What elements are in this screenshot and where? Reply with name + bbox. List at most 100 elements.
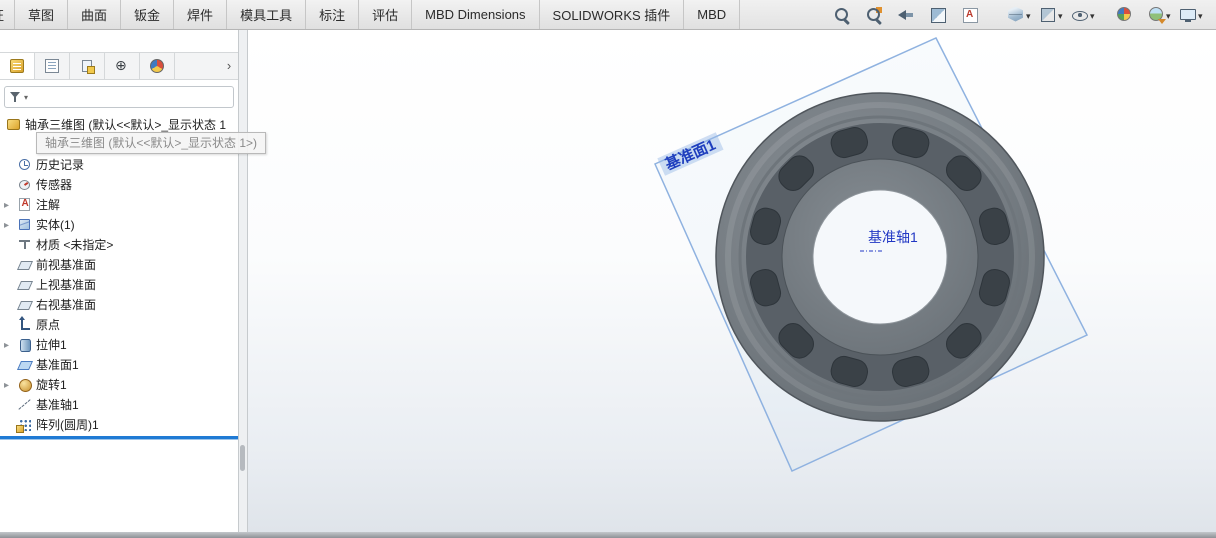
- tree-item[interactable]: 材质 <未指定>: [0, 234, 238, 254]
- panel-tab[interactable]: [140, 53, 175, 79]
- plane-icon: [17, 257, 32, 272]
- tree-item-label: 原点: [36, 317, 61, 332]
- tree-item-label: 前视基准面: [36, 257, 97, 272]
- filter-funnel-icon[interactable]: [9, 90, 23, 104]
- headsup-button[interactable]: [1176, 4, 1208, 26]
- tree-item-label: 历史记录: [36, 157, 85, 172]
- dropdown-caret-icon[interactable]: [1166, 6, 1174, 24]
- rollback-bar[interactable]: [0, 436, 238, 439]
- expand-arrow-icon[interactable]: [4, 217, 15, 231]
- ribbon-tab-label: 评估: [372, 8, 399, 23]
- ribbon-tab-label: MBD Dimensions: [425, 7, 526, 22]
- headsup-button[interactable]: [1004, 4, 1036, 26]
- zoom-to-area-icon: [864, 4, 884, 25]
- axis-label[interactable]: 基准轴1: [868, 229, 918, 245]
- tree-item[interactable]: 上视基准面: [0, 274, 238, 294]
- panel-tab[interactable]: [35, 53, 70, 79]
- ribbon-tab[interactable]: SOLIDWORKS 插件: [539, 0, 685, 29]
- annotations-icon: [17, 197, 32, 212]
- section-view-icon: [928, 5, 948, 25]
- edit-appearance-icon: [1114, 5, 1134, 25]
- origin-icon: [17, 315, 32, 332]
- tree-item[interactable]: 拉伸1: [0, 334, 238, 354]
- expand-arrow-icon[interactable]: [4, 377, 15, 391]
- panel-tab[interactable]: [70, 53, 105, 79]
- sensor-icon: [17, 177, 32, 192]
- ribbon-tab-label: 曲面: [81, 8, 108, 23]
- ribbon-tab-label: 焊件: [187, 8, 214, 23]
- headsup-button[interactable]: [894, 4, 926, 26]
- ribbon-tab-partial[interactable]: 征: [0, 0, 15, 29]
- ribbon-tab[interactable]: 焊件: [174, 0, 228, 29]
- part-icon: [6, 117, 21, 132]
- tree-item[interactable]: 历史记录: [0, 154, 238, 174]
- featuremanager-panel: › ▾ 轴承三维图 (默认<<默认>_显示状态 1 历史记录: [0, 30, 238, 532]
- ribbon-tab[interactable]: MBD: [684, 0, 741, 29]
- headsup-button[interactable]: [862, 4, 894, 26]
- ribbon-tab[interactable]: 草图: [15, 0, 69, 29]
- plane-icon: [17, 277, 32, 292]
- tree-item[interactable]: 实体(1): [0, 214, 238, 234]
- splitter-handle[interactable]: [240, 445, 245, 471]
- graphics-viewport[interactable]: 基准面1 基准轴1: [248, 30, 1216, 532]
- bearing-model[interactable]: [715, 92, 1045, 422]
- panel-tab[interactable]: [0, 53, 35, 79]
- headsup-button[interactable]: [958, 4, 990, 26]
- dropdown-caret-icon[interactable]: [1026, 6, 1034, 24]
- ribbon-tabs: 草图 曲面 钣金 焊件 模具工具 标注 评估 MBD Dimensions SO…: [15, 0, 741, 29]
- axis-icon: [17, 397, 32, 412]
- tree-item-label: 基准面1: [36, 357, 79, 372]
- material-icon: [17, 237, 32, 252]
- expand-arrow-icon[interactable]: [4, 337, 15, 351]
- plane-blue-icon: [17, 357, 32, 372]
- ribbon-tab[interactable]: 标注: [306, 0, 360, 29]
- configurationmanager-icon: [79, 58, 95, 74]
- ribbon-tab[interactable]: MBD Dimensions: [412, 0, 540, 29]
- filter-input[interactable]: [31, 88, 229, 106]
- panel-splitter[interactable]: [238, 30, 248, 532]
- tree-item[interactable]: 传感器: [0, 174, 238, 194]
- headsup-button[interactable]: [1144, 4, 1176, 26]
- headsup-button[interactable]: [1112, 4, 1144, 26]
- tree-item-label: 拉伸1: [36, 337, 67, 352]
- tree-root-item[interactable]: 轴承三维图 (默认<<默认>_显示状态 1: [0, 114, 238, 134]
- headsup-view-toolbar: [830, 0, 1216, 29]
- viewport-canvas: 基准面1 基准轴1: [654, 37, 1089, 472]
- tree-item[interactable]: 右视基准面: [0, 294, 238, 314]
- panel-tabs-overflow-button[interactable]: ›: [220, 53, 238, 79]
- headsup-button[interactable]: [1036, 4, 1068, 26]
- headsup-button[interactable]: [830, 4, 862, 26]
- pattern-icon: [16, 417, 32, 433]
- hide-show-items-icon: [1070, 5, 1090, 25]
- filter-bar: ▾: [4, 86, 234, 108]
- tree-item[interactable]: 原点: [0, 314, 238, 334]
- expand-arrow-icon[interactable]: [4, 197, 15, 211]
- panel-tab[interactable]: [105, 53, 140, 79]
- previous-view-icon: [896, 5, 916, 25]
- tree-item[interactable]: 前视基准面: [0, 254, 238, 274]
- tree-item-label: 实体(1): [36, 217, 75, 232]
- tree-item-label: 传感器: [36, 177, 73, 192]
- filter-caret-icon[interactable]: ▾: [24, 93, 28, 102]
- ribbon-tab-label: SOLIDWORKS 插件: [552, 8, 671, 23]
- dropdown-caret-icon[interactable]: [1058, 6, 1066, 24]
- headsup-button[interactable]: [1068, 4, 1100, 26]
- tree-item[interactable]: 阵列(圆周)1: [0, 414, 238, 434]
- zoom-to-fit-icon: [832, 5, 852, 25]
- ribbon-tab[interactable]: 模具工具: [227, 0, 307, 29]
- dropdown-caret-icon[interactable]: [1090, 6, 1098, 24]
- display-style-icon: [1038, 5, 1058, 25]
- history-icon: [17, 157, 32, 172]
- ribbon-tab-label: 钣金: [134, 8, 161, 23]
- tree-item[interactable]: 基准面1: [0, 354, 238, 374]
- panel-tabs: [0, 53, 175, 79]
- tree-item[interactable]: 注解: [0, 194, 238, 214]
- ribbon-tab[interactable]: 评估: [359, 0, 413, 29]
- tree-root-label: 轴承三维图 (默认<<默认>_显示状态 1: [25, 117, 227, 132]
- dropdown-caret-icon[interactable]: [1198, 6, 1206, 24]
- tree-item[interactable]: 基准轴1: [0, 394, 238, 414]
- headsup-button[interactable]: [926, 4, 958, 26]
- tree-item[interactable]: 旋转1: [0, 374, 238, 394]
- ribbon-tab[interactable]: 钣金: [121, 0, 175, 29]
- ribbon-tab[interactable]: 曲面: [68, 0, 122, 29]
